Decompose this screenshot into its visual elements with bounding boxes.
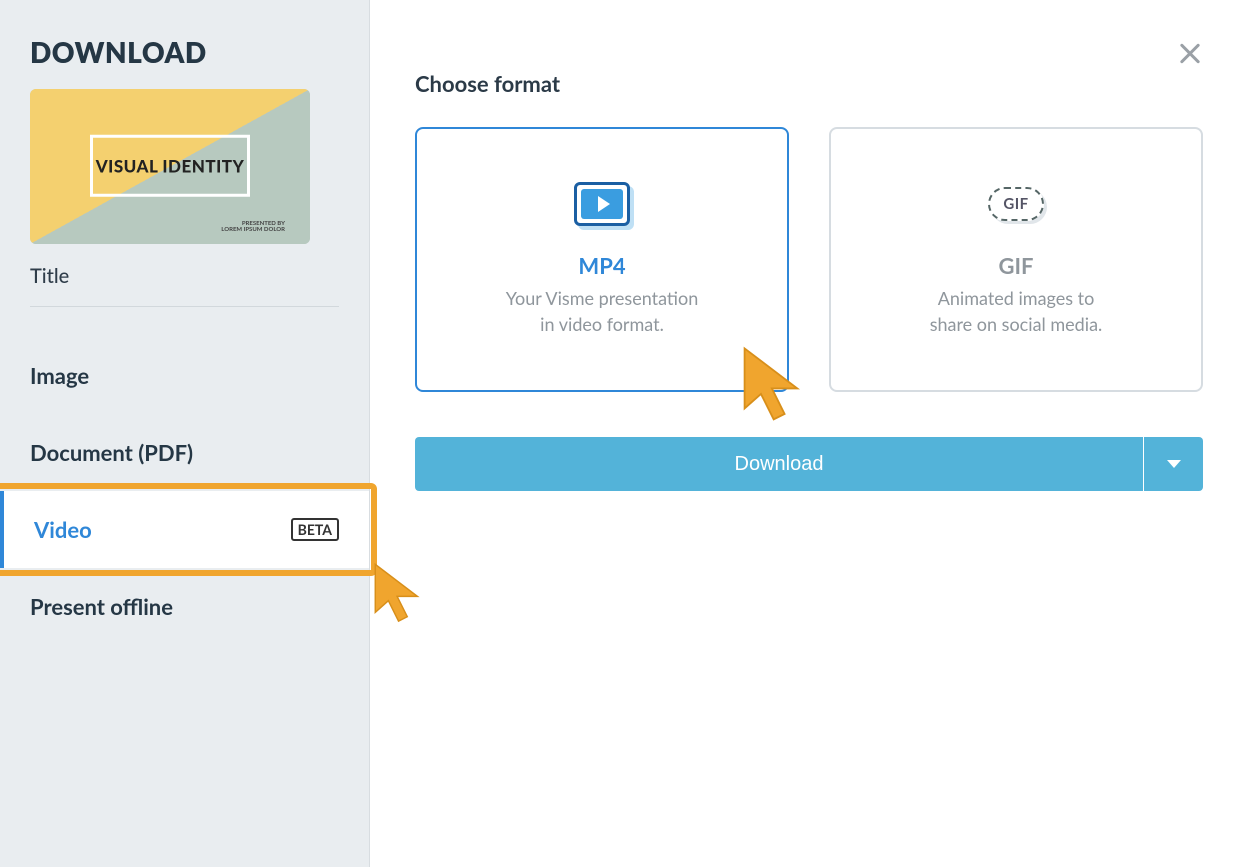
- thumbnail-title: VISUAL IDENTITY: [30, 155, 310, 176]
- download-button[interactable]: Download: [415, 437, 1143, 491]
- sidebar-item-video[interactable]: Video BETA: [0, 491, 369, 568]
- choose-format-heading: Choose format: [415, 70, 1203, 97]
- close-icon[interactable]: [1175, 38, 1205, 68]
- gif-icon: GIF: [988, 182, 1044, 226]
- beta-badge: BETA: [291, 518, 339, 541]
- sidebar-item-document[interactable]: Document (PDF): [30, 414, 339, 491]
- sidebar-item-video-label: Video: [34, 516, 92, 543]
- format-card-mp4-title: MP4: [578, 252, 625, 279]
- sidebar-item-image[interactable]: Image: [30, 337, 339, 414]
- sidebar-heading: DOWNLOAD: [30, 35, 339, 69]
- format-card-mp4-desc: Your Visme presentation in video format.: [506, 285, 698, 337]
- format-card-mp4[interactable]: MP4 Your Visme presentation in video for…: [415, 127, 789, 392]
- title-label: Title: [30, 264, 339, 288]
- download-dropdown-button[interactable]: [1143, 437, 1203, 491]
- format-cards: MP4 Your Visme presentation in video for…: [415, 127, 1203, 392]
- project-thumbnail: VISUAL IDENTITY PRESENTED BY LOREM IPSUM…: [30, 89, 310, 244]
- format-card-gif[interactable]: GIF GIF Animated images to share on soci…: [829, 127, 1203, 392]
- mp4-video-icon: [574, 182, 630, 226]
- format-card-gif-desc: Animated images to share on social media…: [930, 285, 1103, 337]
- download-dialog: DOWNLOAD VISUAL IDENTITY PRESENTED BY LO…: [0, 0, 1243, 867]
- divider: [30, 306, 339, 307]
- chevron-down-icon: [1167, 460, 1181, 468]
- download-button-group: Download: [415, 437, 1203, 491]
- sidebar-item-present-offline[interactable]: Present offline: [30, 568, 339, 645]
- download-main: Choose format MP4 Your Visme presentatio…: [370, 0, 1243, 867]
- download-sidebar: DOWNLOAD VISUAL IDENTITY PRESENTED BY LO…: [0, 0, 370, 867]
- format-card-gif-title: GIF: [999, 252, 1034, 279]
